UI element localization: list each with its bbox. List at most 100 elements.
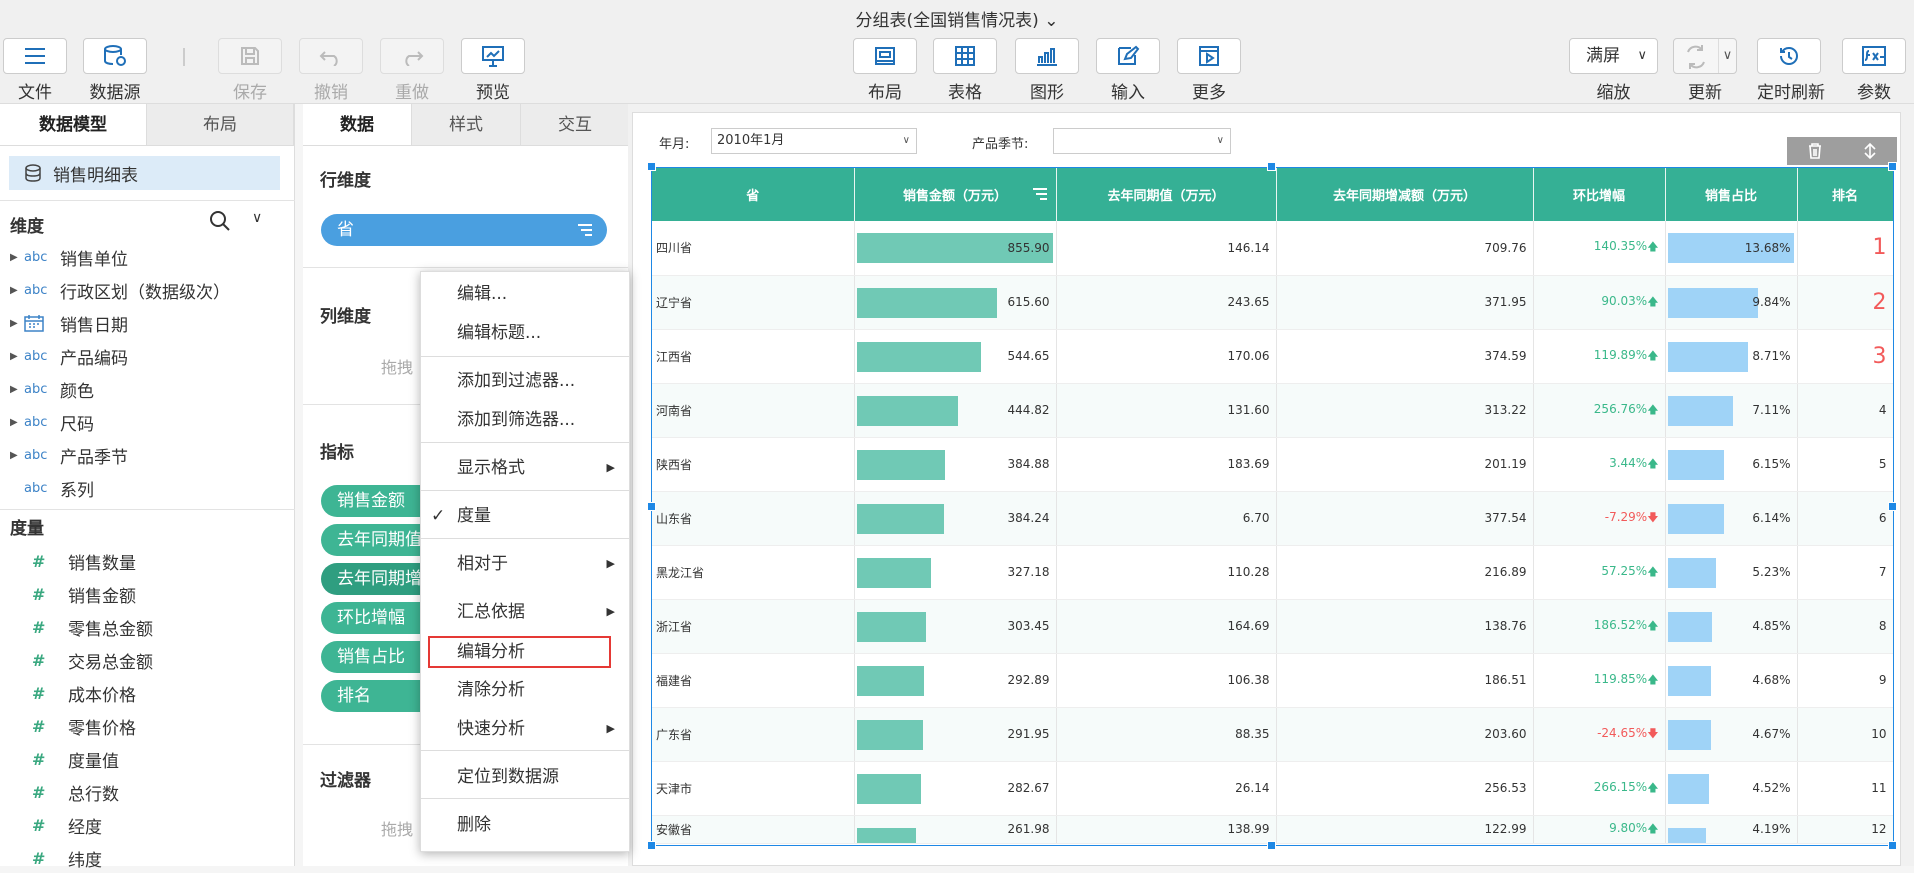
- measure-item[interactable]: # 度量值: [10, 744, 119, 774]
- table-row[interactable]: 辽宁省 615.60 243.65 371.95 90.03%🡅 9.84% 2: [652, 275, 1894, 330]
- column-header[interactable]: 省: [652, 168, 855, 221]
- measure-item[interactable]: # 经度: [10, 810, 102, 840]
- table-row[interactable]: 江西省 544.65 170.06 374.59 119.89%🡅 8.71% 3: [652, 329, 1894, 384]
- expand-arrow-icon[interactable]: ▶: [10, 417, 24, 428]
- expand-arrow-icon[interactable]: ▶: [10, 450, 24, 461]
- resize-handle[interactable]: [1267, 162, 1276, 171]
- sort-icon[interactable]: [1032, 187, 1048, 201]
- expand-arrow-icon[interactable]: ▶: [10, 351, 24, 362]
- chevron-down-icon[interactable]: ∨: [252, 210, 262, 226]
- table-row[interactable]: 福建省 292.89 106.38 186.51 119.85%🡅 4.68% 9: [652, 653, 1894, 708]
- undo-button[interactable]: 撤销: [299, 38, 363, 103]
- column-drop-hint[interactable]: 拖拽: [381, 354, 413, 378]
- table-row[interactable]: 陕西省 384.88 183.69 201.19 3.44%🡅 6.15% 5: [652, 437, 1894, 492]
- column-header[interactable]: 去年同期增减额（万元）: [1276, 168, 1534, 221]
- table-row[interactable]: 天津市 282.67 26.14 256.53 266.15%🡅 4.52% 11: [652, 761, 1894, 816]
- tab-interaction[interactable]: 交互: [521, 104, 630, 145]
- resize-handle[interactable]: [1888, 841, 1897, 850]
- save-button[interactable]: 保存: [218, 38, 282, 103]
- season-filter-select[interactable]: ∨: [1053, 128, 1231, 154]
- menu-item[interactable]: 添加到过滤器...: [421, 363, 629, 399]
- table-button[interactable]: 表格: [933, 38, 997, 103]
- expand-arrow-icon[interactable]: ▶: [10, 285, 24, 296]
- dimension-item[interactable]: ▶ abc 产品编码: [10, 341, 128, 371]
- tab-data-model[interactable]: 数据模型: [0, 104, 147, 145]
- last-year-cell: 131.60: [1056, 383, 1277, 438]
- table-row[interactable]: 河南省 444.82 131.60 313.22 256.76%🡅 7.11% 4: [652, 383, 1894, 438]
- preview-button[interactable]: 预览: [461, 38, 525, 103]
- column-header[interactable]: 排名: [1797, 168, 1894, 221]
- menu-item[interactable]: 显示格式 ▶: [421, 450, 629, 486]
- report-title[interactable]: 分组表(全国销售情况表) ⌄: [0, 6, 1914, 31]
- trash-icon[interactable]: [1806, 142, 1824, 160]
- column-header[interactable]: 销售金额（万元）: [854, 168, 1057, 221]
- dimension-item[interactable]: ▶ abc 行政区划（数据级次）: [10, 275, 230, 305]
- column-header[interactable]: 去年同期值（万元）: [1056, 168, 1277, 221]
- table-row[interactable]: 浙江省 303.45 164.69 138.76 186.52%🡅 4.85% 8: [652, 599, 1894, 654]
- table-row[interactable]: 黑龙江省 327.18 110.28 216.89 57.25%🡅 5.23% 7: [652, 545, 1894, 600]
- menu-item[interactable]: 添加到筛选器...: [421, 402, 629, 438]
- menu-item[interactable]: ✓ 度量: [421, 498, 629, 534]
- resize-handle[interactable]: [1888, 162, 1897, 171]
- params-button[interactable]: 参数: [1842, 38, 1906, 103]
- tab-data[interactable]: 数据: [303, 104, 412, 145]
- zoom-select[interactable]: 满屏 ∨: [1569, 38, 1658, 74]
- menu-item[interactable]: 相对于 ▶: [421, 546, 629, 582]
- menu-item[interactable]: 清除分析: [421, 672, 629, 708]
- swap-icon[interactable]: [1861, 142, 1879, 160]
- menu-item[interactable]: 定位到数据源: [421, 759, 629, 795]
- resize-handle[interactable]: [1888, 502, 1897, 511]
- tab-layout[interactable]: 布局: [147, 104, 294, 145]
- resize-handle[interactable]: [647, 502, 656, 511]
- menu-item[interactable]: 汇总依据 ▶: [421, 594, 629, 630]
- measure-item[interactable]: # 总行数: [10, 777, 119, 807]
- table-row[interactable]: 四川省 855.90 146.14 709.76 140.35%🡅 13.68% 1: [652, 221, 1894, 276]
- dimension-item[interactable]: ▶ abc 颜色: [10, 374, 94, 404]
- measure-item[interactable]: # 销售金额: [10, 579, 136, 609]
- column-header[interactable]: 销售占比: [1665, 168, 1798, 221]
- search-icon[interactable]: [209, 210, 231, 232]
- filter-drop-hint[interactable]: 拖拽: [381, 816, 413, 840]
- file-button[interactable]: 文件: [3, 38, 67, 103]
- dimension-item[interactable]: ▶ abc 产品季节: [10, 440, 128, 470]
- table-row[interactable]: 山东省 384.24 6.70 377.54 -7.29%🡇 6.14% 6: [652, 491, 1894, 546]
- refresh-button[interactable]: ∨: [1673, 38, 1737, 74]
- chevron-down-icon[interactable]: ∨: [1718, 39, 1736, 73]
- month-filter-select[interactable]: 2010年1月 ∨: [711, 128, 917, 154]
- resize-handle[interactable]: [1267, 841, 1276, 850]
- dimension-item[interactable]: abc 系列: [10, 473, 94, 503]
- chevron-down-icon[interactable]: ⌄: [1044, 11, 1058, 31]
- row-dimension-pill[interactable]: 省: [321, 214, 607, 246]
- menu-item[interactable]: 快速分析 ▶: [421, 711, 629, 747]
- expand-arrow-icon[interactable]: ▶: [10, 318, 24, 329]
- menu-item[interactable]: 编辑...: [421, 276, 629, 312]
- menu-item[interactable]: 删除: [421, 807, 629, 843]
- measure-item[interactable]: # 销售数量: [10, 546, 136, 576]
- timed-refresh-button[interactable]: 定时刷新: [1757, 38, 1825, 103]
- measure-item[interactable]: # 交易总金额: [10, 645, 153, 675]
- tab-style[interactable]: 样式: [412, 104, 521, 145]
- menu-item[interactable]: 编辑标题...: [421, 315, 629, 351]
- redo-button[interactable]: 重做: [380, 38, 444, 103]
- expand-arrow-icon[interactable]: ▶: [10, 384, 24, 395]
- dimension-item[interactable]: ▶ abc 尺码: [10, 407, 94, 437]
- province-cell-value: 山东省: [656, 511, 693, 526]
- measure-item[interactable]: # 纬度: [10, 843, 102, 873]
- dimension-item[interactable]: ▶ abc 销售单位: [10, 242, 128, 272]
- resize-handle[interactable]: [647, 841, 656, 850]
- table-row[interactable]: 安徽省 261.98 138.99 122.99 9.80%🡅 4.19% 12: [652, 815, 1894, 844]
- layout-button[interactable]: 布局: [853, 38, 917, 103]
- measure-item[interactable]: # 成本价格: [10, 678, 136, 708]
- table-row[interactable]: 广东省 291.95 88.35 203.60 -24.65%🡇 4.67% 10: [652, 707, 1894, 762]
- column-header[interactable]: 环比增幅: [1533, 168, 1666, 221]
- source-item[interactable]: 销售明细表: [9, 156, 280, 190]
- more-button[interactable]: 更多: [1177, 38, 1241, 103]
- input-button[interactable]: 输入: [1096, 38, 1160, 103]
- resize-handle[interactable]: [647, 162, 656, 171]
- measure-item[interactable]: # 零售总金额: [10, 612, 153, 642]
- graph-button[interactable]: 图形: [1015, 38, 1079, 103]
- expand-arrow-icon[interactable]: ▶: [10, 252, 24, 263]
- measure-item[interactable]: # 零售价格: [10, 711, 136, 741]
- datasource-button[interactable]: 数据源: [83, 38, 147, 103]
- dimension-item[interactable]: ▶ 销售日期: [10, 308, 128, 338]
